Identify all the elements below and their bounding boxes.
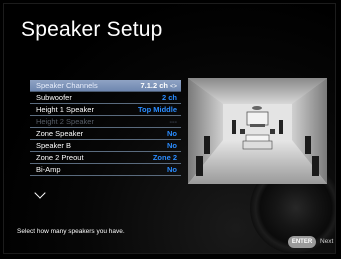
menu-item-label: Zone Speaker — [36, 129, 84, 138]
menu-item-subwoofer[interactable]: Subwoofer 2 ch — [30, 92, 181, 104]
menu-item-height-1-speaker[interactable]: Height 1 Speaker Top Middle — [30, 104, 181, 116]
menu-item-label: Height 1 Speaker — [36, 105, 94, 114]
menu-item-zone-speaker[interactable]: Zone Speaker No — [30, 128, 181, 140]
menu-item-label: Bi-Amp — [36, 165, 61, 174]
menu-item-value: --- — [169, 117, 178, 126]
menu-item-label: Speaker B — [36, 141, 72, 150]
menu-item-value: No — [167, 165, 177, 174]
enter-button[interactable]: ENTER — [288, 236, 316, 248]
menu-item-value: Zone 2 — [152, 153, 177, 162]
menu-item-value: No — [167, 129, 177, 138]
speaker-settings-menu: Speaker Channels 7.1.2 ch <> Subwoofer 2 … — [30, 80, 181, 176]
menu-item-label: Subwoofer — [36, 93, 72, 102]
menu-item-label: Height 2 Speaker — [36, 117, 94, 126]
menu-item-value: 2 ch — [161, 93, 177, 102]
menu-item-height-2-speaker: Height 2 Speaker --- — [30, 116, 181, 128]
menu-item-label: Speaker Channels — [36, 81, 98, 90]
menu-item-speaker-channels[interactable]: Speaker Channels 7.1.2 ch <> — [30, 80, 181, 92]
page-title: Speaker Setup — [21, 18, 163, 41]
menu-item-value: No — [167, 141, 177, 150]
room-illustration — [188, 78, 327, 184]
menu-item-zone-2-preout[interactable]: Zone 2 Preout Zone 2 — [30, 152, 181, 164]
menu-item-speaker-b[interactable]: Speaker B No — [30, 140, 181, 152]
left-right-arrows-icon[interactable]: <> — [170, 84, 177, 90]
speaker-room-diagram — [188, 78, 327, 184]
menu-item-value: 7.1.2 ch — [140, 81, 168, 90]
menu-item-label: Zone 2 Preout — [36, 153, 84, 162]
menu-item-value: Top Middle — [137, 105, 177, 114]
menu-item-bi-amp[interactable]: Bi-Amp No — [30, 164, 181, 176]
next-label: Next — [320, 238, 334, 245]
help-text: Select how many speakers you have. — [17, 228, 125, 235]
